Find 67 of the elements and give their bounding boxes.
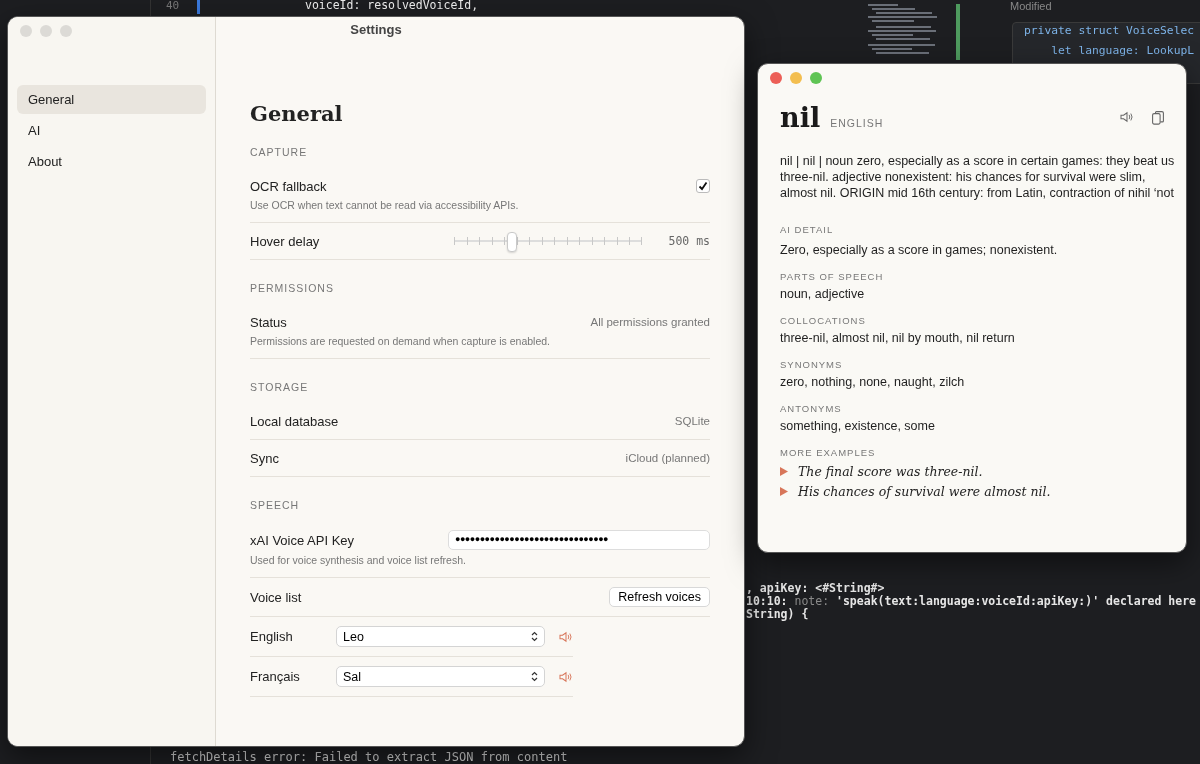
window-title: Settings [350, 22, 402, 37]
console-line: String) { [746, 607, 809, 621]
word-list: three-nil, almost nil, nil by mouth, nil return [780, 331, 1015, 345]
api-key-field[interactable]: ●●●●●●●●●●●●●●●●●●●●●●●●●●●●●●● [448, 530, 710, 550]
chevron-icon [531, 631, 538, 642]
example-sentence: The final score was three-nil. [798, 464, 983, 479]
setting-label: Local database [250, 413, 339, 429]
voice-dropdown[interactable]: Leo [336, 626, 545, 647]
log-line: fetchDetails error: Failed to extract JSON from content [170, 751, 568, 763]
setting-label: Hover delay [250, 233, 320, 249]
copy-icon[interactable] [1152, 110, 1164, 125]
console-line: 10:10: note: 'speak(text:language:voiceId:apiKey:)' declared here [746, 594, 1197, 608]
language-label: Français [250, 669, 301, 684]
section-header: COLLOCATIONS [780, 315, 866, 326]
section-header: PARTS OF SPEECH [780, 271, 884, 282]
section-header: ANTONYMS [780, 403, 842, 414]
code-line: private struct VoiceSelec [1024, 24, 1195, 37]
setting-value: iCloud (planned) [625, 452, 710, 464]
setting-label: Voice list [250, 589, 302, 605]
sidebar-item[interactable]: General [17, 85, 206, 114]
speaker-icon[interactable] [1120, 110, 1134, 123]
window-control[interactable] [770, 72, 782, 84]
section-header: STORAGE [250, 381, 309, 393]
setting-label: xAI Voice API Key [250, 532, 355, 548]
speaker-icon[interactable] [559, 630, 573, 643]
sidebar-item[interactable]: AI [17, 116, 206, 145]
word-list: something, existence, some [780, 419, 935, 433]
section-header: SYNONYMS [780, 359, 843, 370]
word-list: noun, adjective [780, 287, 865, 301]
bullet-icon [780, 487, 788, 496]
section-header: SPEECH [250, 499, 300, 511]
example-sentence: His chances of survival were almost nil. [798, 484, 1051, 499]
section-header: AI DETAIL [780, 224, 834, 235]
speaker-icon[interactable] [559, 670, 573, 683]
section-header: MORE EXAMPLES [780, 447, 876, 458]
chevron-icon [531, 671, 538, 682]
section-header: PERMISSIONS [250, 282, 334, 294]
language-tag: ENGLISH [830, 117, 884, 129]
language-label: English [250, 629, 294, 644]
setting-label: OCR fallback [250, 178, 327, 194]
line-number: 40 [166, 0, 180, 11]
word-list: zero, nothing, none, naught, zilch [780, 375, 965, 389]
section-header: CAPTURE [250, 146, 308, 158]
voice-dropdown[interactable]: Sal [336, 666, 545, 687]
ai-detail-text: Zero, especially as a score in games; nonexistent. [780, 243, 1058, 257]
code-line: let language: LookupL [1050, 44, 1195, 57]
refresh-button[interactable]: Refresh voices [609, 587, 710, 607]
sidebar-item[interactable]: About [17, 147, 206, 176]
bullet-icon [780, 467, 788, 476]
page-heading: General [250, 101, 343, 126]
status-label: Modified [1010, 0, 1052, 12]
definition-text: nil | nil | noun zero, especially as a score in certain games: they beat us three-nil. adjective nonexistent: his chances for survival were slim, almost nil. ORIGIN mid 16th century: from Latin, contraction of nihil ‘not [780, 153, 1176, 201]
setting-label: Sync [250, 450, 279, 466]
setting-description: Permissions are requested on demand when capture is enabled. [250, 335, 550, 347]
window-control[interactable] [790, 72, 802, 84]
setting-value: All permissions granted [590, 316, 710, 328]
code-line: voiceId: resolvedVoiceId, [305, 0, 479, 11]
slider-reading: 500 ms [668, 234, 710, 248]
setting-description: Use OCR when text cannot be read via accessibility APIs. [250, 199, 519, 211]
slider-thumb[interactable] [506, 232, 517, 252]
console-line: , apiKey: <#String#> [746, 581, 885, 595]
setting-label: Status [250, 314, 287, 330]
headword: nil [780, 102, 821, 133]
setting-value: SQLite [674, 415, 710, 427]
checkbox[interactable] [696, 179, 710, 193]
window-control[interactable] [810, 72, 822, 84]
setting-description: Used for voice synthesis and voice list refresh. [250, 554, 466, 566]
